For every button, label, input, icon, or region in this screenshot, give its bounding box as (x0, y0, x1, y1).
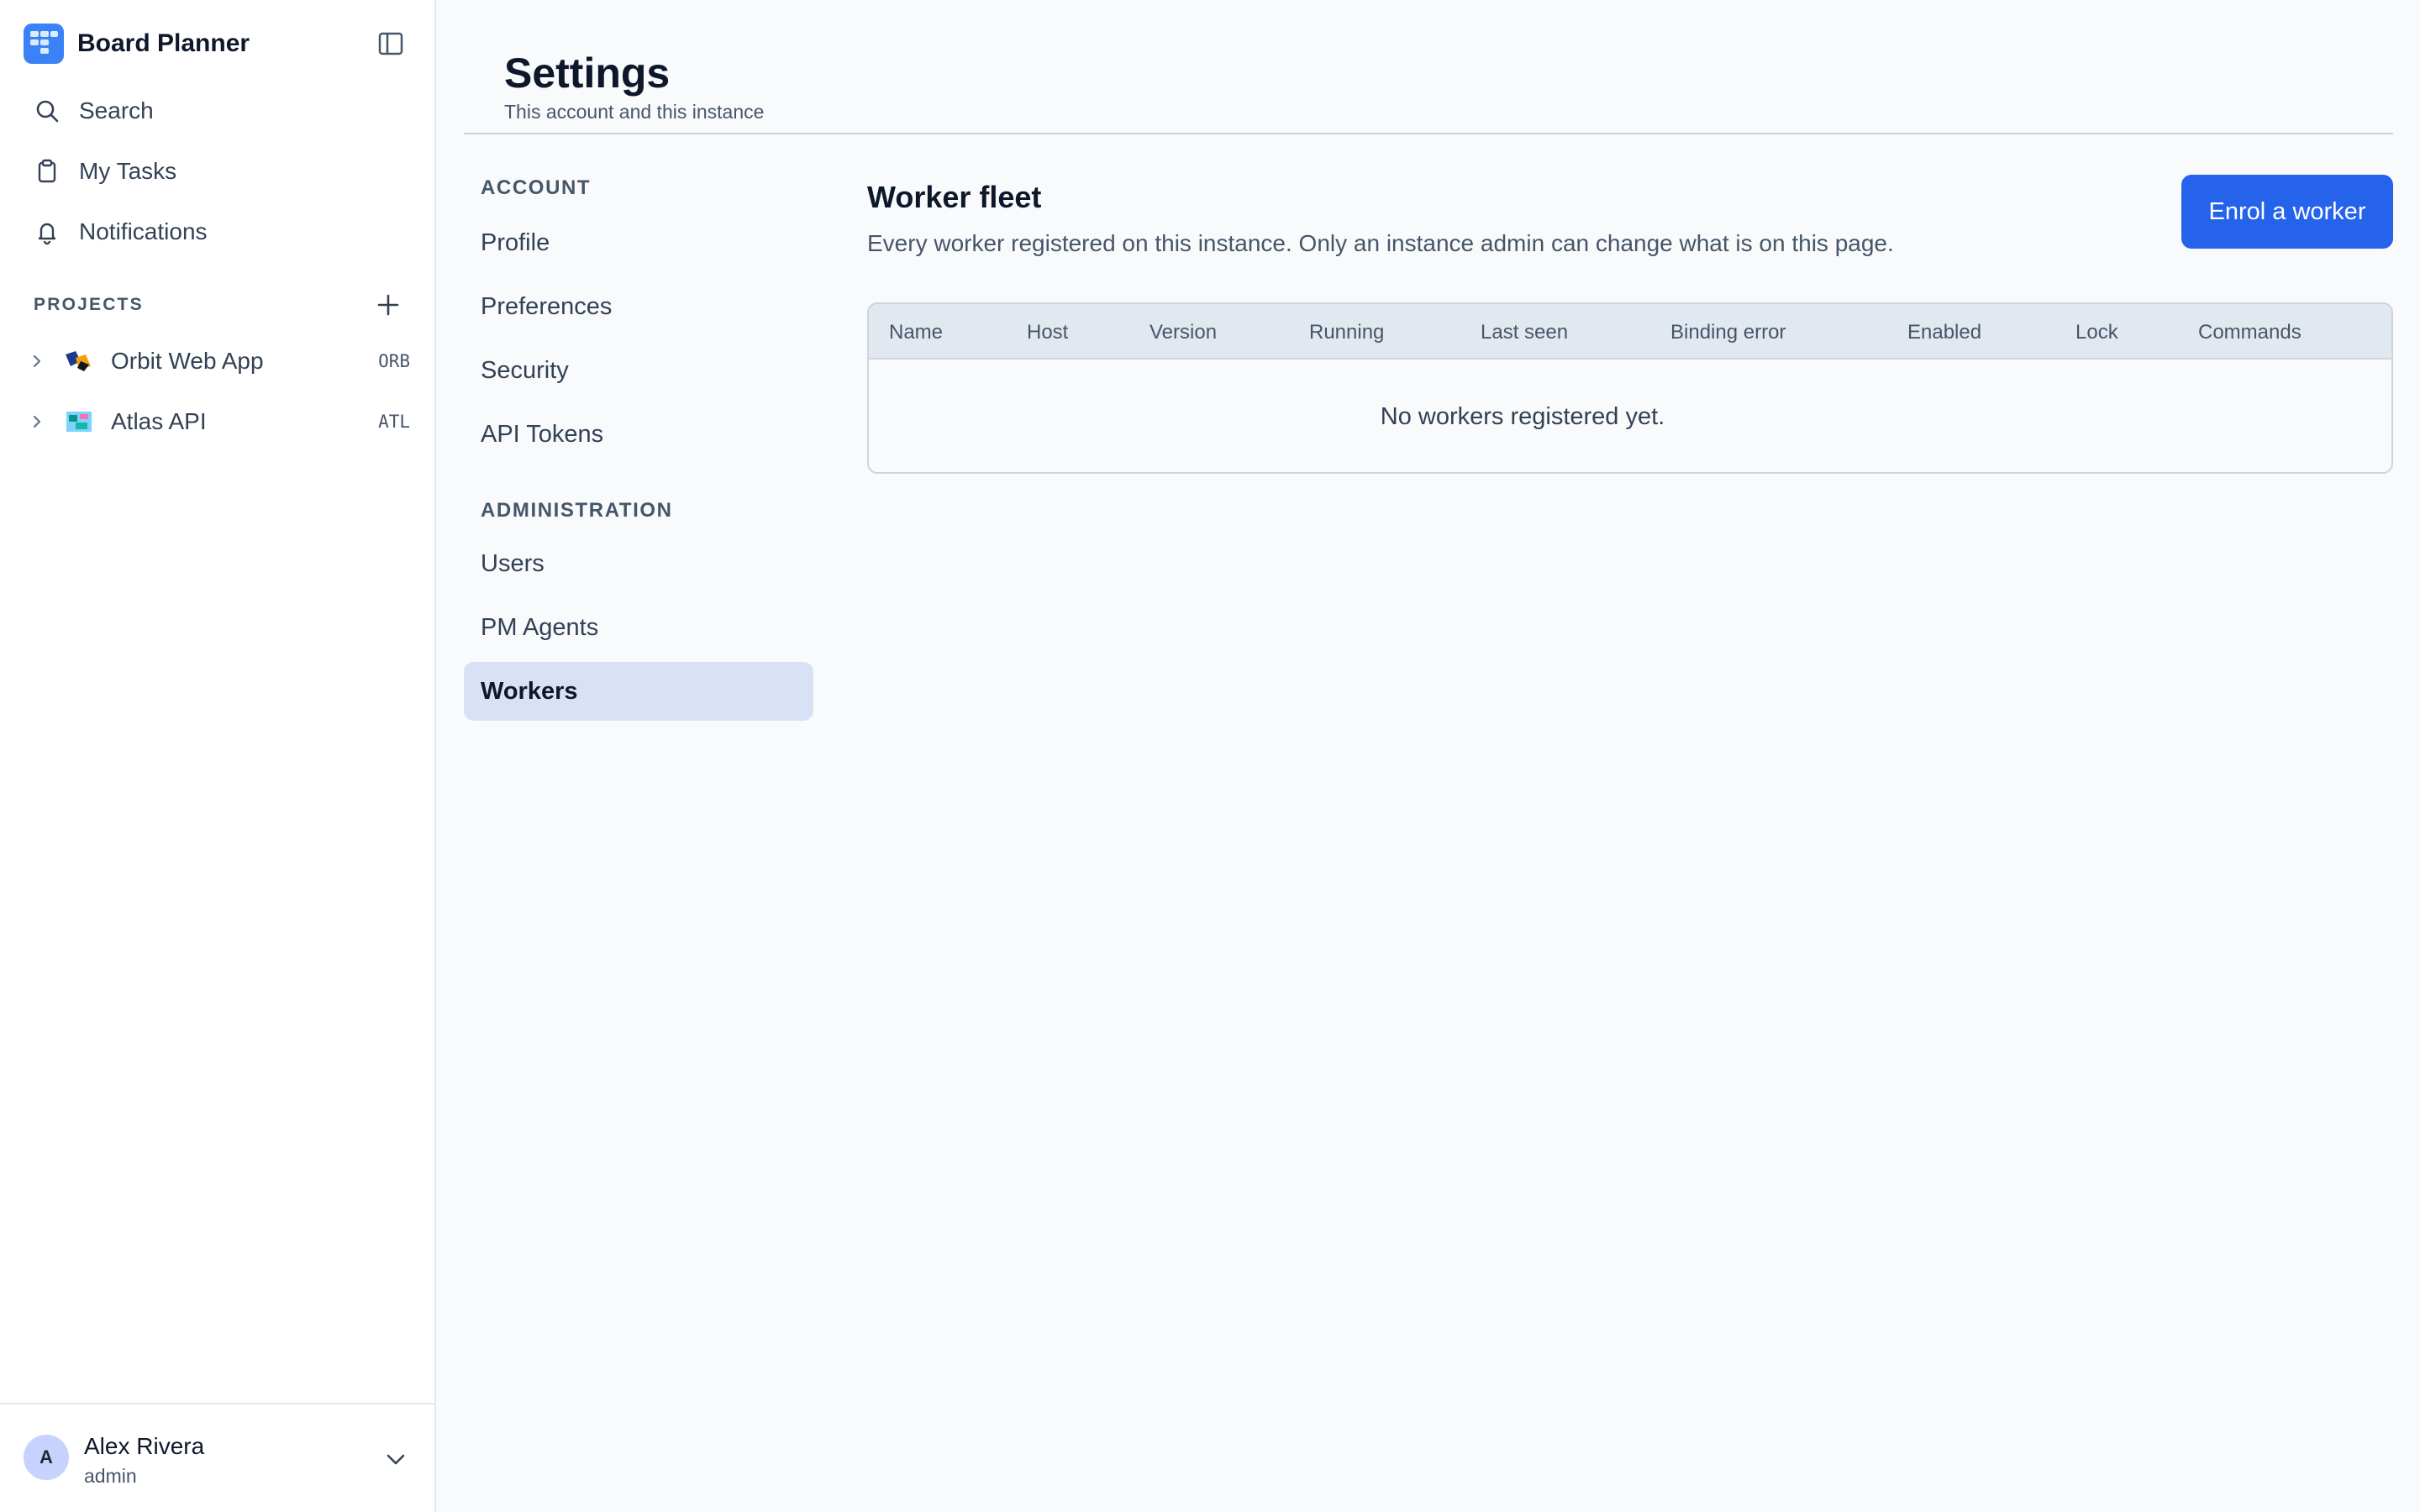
project-item-orbit[interactable]: Orbit Web App ORB (25, 338, 410, 385)
column-header-enabled[interactable]: Enabled (1907, 321, 1981, 344)
workers-table: Name Host Version Running Last seen Bind… (867, 302, 2393, 474)
project-avatar-icon (64, 410, 94, 433)
table-header: Name Host Version Running Last seen Bind… (869, 304, 2391, 360)
section-description: Every worker registered on this instance… (867, 230, 1894, 256)
projects-heading: PROJECTS (34, 295, 144, 314)
section-title: Worker fleet (867, 180, 1042, 214)
user-name: Alex Rivera (84, 1433, 205, 1459)
add-project-icon[interactable] (373, 290, 403, 320)
sidebar-toggle-icon[interactable] (376, 30, 407, 57)
user-menu[interactable]: A Alex Rivera admin (0, 1403, 434, 1512)
project-key: ATL (378, 412, 410, 432)
avatar: A (24, 1435, 69, 1480)
account-heading: ACCOUNT (481, 176, 592, 199)
column-header-lock[interactable]: Lock (2075, 321, 2118, 344)
search-icon (30, 94, 64, 128)
column-header-running[interactable]: Running (1309, 321, 1384, 344)
user-role: admin (84, 1465, 137, 1487)
column-header-name[interactable]: Name (889, 321, 943, 344)
page-title: Settings (504, 50, 671, 97)
project-avatar-icon (64, 349, 94, 373)
column-header-commands[interactable]: Commands (2198, 321, 2302, 344)
project-item-atlas[interactable]: Atlas API ATL (25, 398, 410, 445)
project-name: Orbit Web App (111, 348, 264, 374)
project-name: Atlas API (111, 408, 207, 434)
sidebar: Board Planner Search My Tasks Notificati (0, 0, 436, 1512)
settings-item-preferences[interactable]: Preferences (464, 277, 813, 336)
nav-notifications[interactable]: Notifications (30, 208, 408, 255)
column-header-last-seen[interactable]: Last seen (1481, 321, 1568, 344)
administration-heading: ADMINISTRATION (481, 499, 673, 522)
page-subtitle: This account and this instance (504, 101, 765, 123)
project-key: ORB (378, 351, 410, 371)
header-divider (464, 133, 2393, 134)
settings-item-users[interactable]: Users (464, 534, 813, 593)
chevron-right-icon[interactable] (25, 410, 49, 433)
settings-item-profile[interactable]: Profile (464, 213, 813, 272)
settings-item-api-tokens[interactable]: API Tokens (464, 405, 813, 464)
nav-label: My Tasks (79, 158, 177, 184)
chevron-right-icon[interactable] (25, 349, 49, 373)
settings-item-security[interactable]: Security (464, 341, 813, 400)
nav-my-tasks[interactable]: My Tasks (30, 148, 408, 195)
app-name: Board Planner (77, 29, 250, 57)
empty-state-message: No workers registered yet. (1380, 403, 1665, 430)
board-logo-icon (24, 24, 64, 64)
projects-header: PROJECTS (34, 292, 403, 318)
brand[interactable]: Board Planner (24, 24, 250, 64)
column-header-binding-error[interactable]: Binding error (1670, 321, 1786, 344)
clipboard-icon (30, 155, 64, 188)
bell-icon (30, 215, 64, 249)
column-header-version[interactable]: Version (1150, 321, 1217, 344)
nav-label: Notifications (79, 218, 208, 244)
nav-search[interactable]: Search (30, 87, 408, 134)
chevron-down-icon[interactable] (383, 1446, 408, 1472)
column-header-host[interactable]: Host (1027, 321, 1068, 344)
settings-item-pm-agents[interactable]: PM Agents (464, 598, 813, 657)
app-root: Board Planner Search My Tasks Notificati (0, 0, 2420, 1512)
enrol-worker-button[interactable]: Enrol a worker (2181, 175, 2393, 249)
settings-item-workers[interactable]: Workers (464, 662, 813, 721)
nav-label: Search (79, 97, 154, 123)
